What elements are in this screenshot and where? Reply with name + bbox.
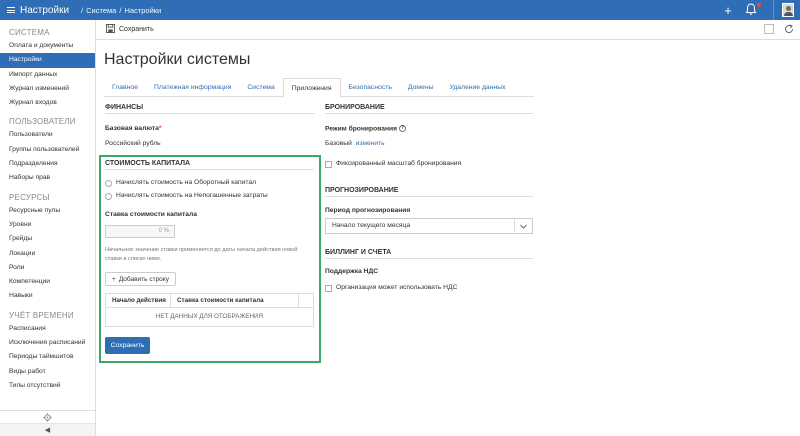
sidebar-item-roles[interactable]: Роли	[0, 261, 95, 275]
chevron-down-icon[interactable]	[514, 219, 532, 233]
sidebar-group-time-tracking: УЧЁТ ВРЕМЕНИ	[9, 310, 74, 320]
toolbar-save-label: Сохранить	[119, 26, 154, 33]
tab-applications[interactable]: Приложения	[282, 78, 341, 98]
finance-header: ФИНАНСЫ	[105, 104, 315, 114]
sidebar-group-users: ПОЛЬЗОВАТЕЛИ	[9, 117, 76, 127]
forecast-period-select[interactable]: Начало текущего месяца	[325, 218, 533, 234]
vat-label: Поддержка НДС	[325, 268, 379, 275]
booking-mode-label-text: Режим бронирования	[325, 125, 397, 133]
sidebar-item-import[interactable]: Импорт данных	[0, 68, 95, 82]
currency-label-text: Базовая валюта	[105, 125, 159, 132]
sidebar-item-user-groups[interactable]: Группы пользователей	[0, 143, 95, 157]
sidebar-item-resource-pools[interactable]: Ресурсные пулы	[0, 204, 95, 218]
save-button[interactable]: Сохранить	[105, 337, 150, 354]
rate-label: Ставка стоимости капитала	[105, 211, 197, 218]
sidebar-group-system: СИСТЕМА	[9, 28, 50, 37]
forecast-header: ПРОГНОЗИРОВАНИЕ	[325, 187, 533, 197]
forecast-period-label: Период прогнозирования	[325, 207, 411, 214]
refresh-icon[interactable]	[784, 24, 794, 36]
tab-system[interactable]: Система	[239, 78, 282, 97]
sidebar-item-departments[interactable]: Подразделения	[0, 157, 95, 171]
plus-icon: +	[112, 275, 116, 283]
top-bar: Настройки / Система / Настройки +	[0, 0, 800, 20]
add-row-label: Добавить строку	[118, 275, 169, 283]
billing-header: БИЛЛИНГ И СЧЕТА	[325, 249, 533, 259]
capital-header: СТОИМОСТЬ КАПИТАЛА	[105, 160, 314, 170]
tab-general[interactable]: Главное	[104, 78, 146, 97]
currency-label: Базовая валюта*	[105, 125, 162, 132]
currency-value: Российский рубль	[105, 140, 161, 147]
help-icon[interactable]: ?	[399, 125, 406, 132]
sidebar-item-permission-sets[interactable]: Наборы прав	[0, 171, 95, 185]
tab-data-deletion[interactable]: Удаление данных	[441, 78, 513, 97]
option-unamortized-costs: Начислять стоимость на Непогашенные затр…	[116, 192, 268, 199]
rate-table: Начало действия Ставка стоимости капитал…	[105, 293, 314, 327]
add-row-button[interactable]: + Добавить строку	[105, 272, 176, 286]
forecast-period-value: Начало текущего месяца	[332, 222, 411, 229]
table-header: Начало действия Ставка стоимости капитал…	[106, 293, 313, 308]
change-mode-link[interactable]: изменить	[356, 140, 385, 147]
booking-mode-value: Базовый изменить	[325, 140, 385, 147]
gear-icon[interactable]	[0, 411, 95, 423]
tab-bar: Главное Платежная информация Система При…	[104, 78, 534, 98]
save-icon	[106, 24, 115, 35]
breadcrumb: / Система / Настройки	[81, 6, 161, 15]
sidebar-item-login-log[interactable]: Журнал входов	[0, 96, 95, 110]
menu-icon[interactable]	[7, 7, 15, 13]
tab-security[interactable]: Безопасность	[341, 78, 400, 97]
booking-mode-label: Режим бронирования?	[325, 125, 406, 132]
fixed-scale-label: Фиксированный масштаб бронирования	[336, 160, 462, 167]
sidebar-item-changelog[interactable]: Журнал изменений	[0, 82, 95, 96]
notification-dot	[757, 3, 761, 7]
breadcrumb-separator: /	[119, 5, 122, 15]
avatar[interactable]	[782, 3, 794, 17]
page-title: Настройки системы	[104, 51, 251, 68]
tab-domains[interactable]: Домены	[400, 78, 442, 97]
app-title: Настройки	[20, 4, 70, 16]
option-working-capital: Начислять стоимость на Оборотный капитал	[116, 179, 256, 186]
plus-icon[interactable]: +	[721, 4, 735, 17]
toolbar-save-button[interactable]: Сохранить	[106, 24, 154, 35]
sidebar-item-grades[interactable]: Грейды	[0, 232, 95, 246]
sidebar-item-schedule-exceptions[interactable]: Исключения расписаний	[0, 336, 95, 350]
tab-payment-info[interactable]: Платежная информация	[146, 78, 239, 97]
sidebar-item-schedules[interactable]: Расписания	[0, 322, 95, 336]
col-rate[interactable]: Ставка стоимости капитала	[170, 293, 299, 308]
booking-header: БРОНИРОВАНИЕ	[325, 104, 533, 114]
breadcrumb-separator: /	[81, 5, 84, 15]
breadcrumb-system[interactable]: Система	[86, 6, 116, 15]
toolbar: Сохранить	[96, 20, 800, 40]
sidebar-item-settings[interactable]: Настройки	[0, 53, 95, 68]
radio-working-capital[interactable]	[105, 180, 112, 187]
sidebar-item-work-types[interactable]: Виды работ	[0, 365, 95, 379]
sidebar-item-levels[interactable]: Уровни	[0, 218, 95, 232]
rate-hint: Начальное значение ставки применяется до…	[105, 247, 298, 262]
sidebar-item-locations[interactable]: Локации	[0, 247, 95, 261]
vat-checkbox[interactable]	[325, 285, 332, 292]
fixed-scale-checkbox[interactable]	[325, 161, 332, 168]
expand-icon[interactable]	[764, 24, 774, 34]
sidebar-item-users[interactable]: Пользователи	[0, 128, 95, 142]
sidebar-item-absence-types[interactable]: Типы отсутствий	[0, 379, 95, 393]
radio-unamortized-costs[interactable]	[105, 193, 112, 200]
vat-option-label: Организация может использовать НДС	[336, 284, 458, 291]
collapse-sidebar-button[interactable]: ◀	[0, 423, 95, 436]
col-start-date[interactable]: Начало действия	[106, 297, 170, 304]
sidebar-item-competencies[interactable]: Компетенции	[0, 275, 95, 289]
required-mark: *	[158, 125, 162, 132]
sidebar-item-timesheet-periods[interactable]: Периоды таймшитов	[0, 350, 95, 364]
rate-input[interactable]: 0 %	[105, 225, 175, 238]
bell-icon[interactable]	[745, 3, 761, 17]
empty-message: НЕТ ДАННЫХ ДЛЯ ОТОБРАЖЕНИЯ	[155, 313, 264, 320]
sidebar: СИСТЕМА Оплата и документы Настройки Имп…	[0, 20, 96, 436]
sidebar-item-skills[interactable]: Навыки	[0, 289, 95, 303]
breadcrumb-settings: Настройки	[124, 5, 162, 15]
sidebar-group-resources: РЕСУРСЫ	[9, 192, 50, 202]
sidebar-item-billing[interactable]: Оплата и документы	[0, 39, 95, 53]
booking-mode-text: Базовый	[325, 140, 352, 147]
